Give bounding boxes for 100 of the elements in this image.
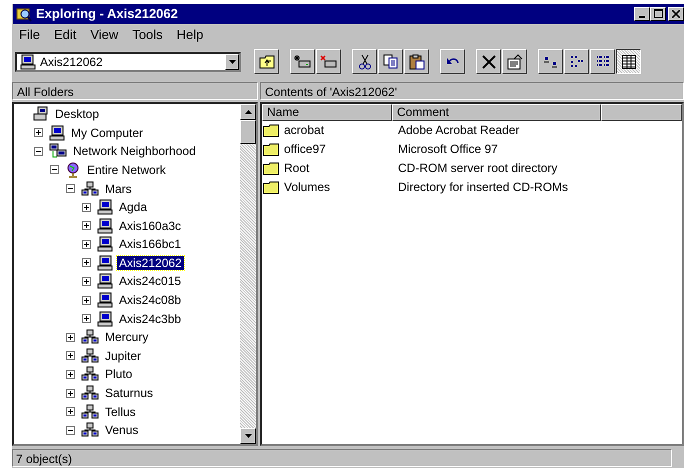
tree-item[interactable]: Axis166bc1 (117, 237, 184, 252)
menu-item[interactable]: Help (172, 26, 208, 43)
expand-toggle[interactable] (66, 332, 75, 342)
properties-button[interactable] (502, 49, 527, 74)
plus-icon (68, 334, 73, 340)
tree-item[interactable]: Jupiter (103, 348, 144, 363)
computer-icon (97, 292, 113, 308)
delete-button[interactable] (476, 49, 501, 74)
disconnect-button[interactable] (316, 49, 341, 74)
collapse-toggle[interactable] (50, 165, 59, 174)
plus-icon (84, 223, 89, 228)
menu-item[interactable]: Tools (127, 26, 168, 43)
tree-item[interactable]: Axis24c3bb (117, 312, 184, 326)
file-comment: CD-ROM server root directory (398, 161, 558, 176)
expand-toggle[interactable] (82, 314, 91, 324)
map-drive-button[interactable] (290, 49, 315, 74)
collapse-toggle[interactable] (66, 184, 75, 193)
maximize-button[interactable] (650, 6, 666, 21)
expand-toggle[interactable] (82, 276, 91, 286)
menu-item[interactable]: Edit (48, 26, 82, 43)
tree-item[interactable]: My Computer (69, 126, 146, 140)
workgroup-icon (81, 422, 99, 438)
column-header[interactable]: Comment (392, 104, 601, 121)
file-name[interactable]: Volumes (284, 180, 330, 194)
paste-button[interactable] (404, 49, 429, 74)
tree-item[interactable]: Venus (103, 423, 140, 438)
tree-item[interactable]: Saturnus (103, 386, 156, 400)
properties-icon (506, 54, 522, 70)
expand-toggle[interactable] (82, 258, 91, 268)
file-name[interactable]: acrobat (284, 123, 324, 138)
scroll-up-button[interactable] (240, 104, 256, 120)
expand-toggle[interactable] (82, 240, 91, 249)
close-button[interactable] (668, 6, 684, 21)
folder-up-icon (258, 54, 274, 69)
tree-item[interactable]: Pluto (103, 367, 134, 382)
plus-icon (68, 409, 73, 414)
plus-icon (68, 353, 73, 358)
expand-toggle[interactable] (66, 351, 75, 360)
plus-icon (84, 316, 89, 322)
workgroup-icon (81, 329, 99, 346)
scroll-down-button[interactable] (240, 428, 256, 444)
list-button[interactable] (590, 49, 615, 74)
folder-icon (263, 180, 279, 194)
column-header[interactable]: Name (262, 104, 392, 121)
undo-button[interactable] (440, 49, 465, 74)
file-name[interactable]: office97 (284, 142, 326, 156)
details-button[interactable] (616, 49, 641, 74)
menu-item[interactable]: View (85, 26, 124, 43)
address-dropdown[interactable]: Axis212062 (15, 52, 241, 72)
expand-toggle[interactable] (66, 407, 75, 416)
large-icons-button[interactable] (538, 49, 563, 74)
expand-toggle[interactable] (82, 202, 91, 212)
down-arrow-icon (244, 434, 252, 438)
tree-item[interactable]: Agda (117, 200, 150, 214)
collapse-toggle[interactable] (34, 146, 43, 156)
workgroup-icon (81, 348, 99, 364)
expand-toggle[interactable] (82, 296, 91, 305)
tree-item[interactable]: Mercury (103, 330, 150, 344)
scissors-icon (358, 54, 370, 70)
up-button[interactable] (254, 49, 279, 74)
tree-item[interactable]: Network Neighborhood (71, 144, 198, 158)
expand-toggle[interactable] (34, 128, 43, 138)
expand-toggle[interactable] (66, 370, 75, 379)
plus-icon (84, 278, 89, 284)
tree-item[interactable]: Desktop (53, 107, 102, 122)
plus-icon (68, 372, 73, 377)
file-name[interactable]: Root (284, 161, 310, 176)
window-title: Exploring - Axis212062 (36, 6, 179, 22)
scroll-thumb[interactable] (240, 120, 256, 144)
maximize-icon (654, 9, 662, 18)
tree-item[interactable]: Entire Network (85, 162, 168, 177)
expand-toggle[interactable] (82, 221, 91, 230)
delete-icon (482, 54, 496, 69)
tree-item[interactable]: Axis24c08b (117, 293, 184, 308)
computer-icon (97, 199, 113, 216)
computer-icon (97, 254, 113, 271)
list-view-icon (596, 56, 610, 68)
minimize-button[interactable] (634, 6, 650, 21)
workgroup-icon (81, 366, 99, 382)
file-comment: Microsoft Office 97 (398, 142, 498, 156)
menu-item[interactable]: File (14, 26, 45, 43)
tree-item[interactable]: Axis160a3c (117, 218, 184, 233)
tree-item[interactable]: Axis24c015 (117, 274, 184, 288)
dropdown-arrow-icon (228, 60, 236, 64)
tree-item[interactable]: Axis212062 (117, 256, 184, 270)
copy-button[interactable] (378, 49, 403, 74)
network-drive-icon (294, 54, 311, 69)
tree-item[interactable]: Tellus (103, 404, 138, 419)
vertical-scrollbar[interactable] (240, 104, 256, 444)
up-arrow-icon (244, 110, 252, 114)
plus-icon (84, 242, 89, 247)
expand-toggle[interactable] (66, 388, 75, 398)
collapse-toggle[interactable] (66, 426, 75, 435)
globe-icon (65, 162, 81, 178)
small-icons-button[interactable] (564, 49, 589, 74)
tree-item[interactable]: Mars (103, 182, 134, 196)
clipboard-icon (408, 54, 424, 70)
cut-button[interactable] (352, 49, 377, 74)
minus-icon (68, 186, 73, 191)
computer-icon (97, 236, 113, 252)
